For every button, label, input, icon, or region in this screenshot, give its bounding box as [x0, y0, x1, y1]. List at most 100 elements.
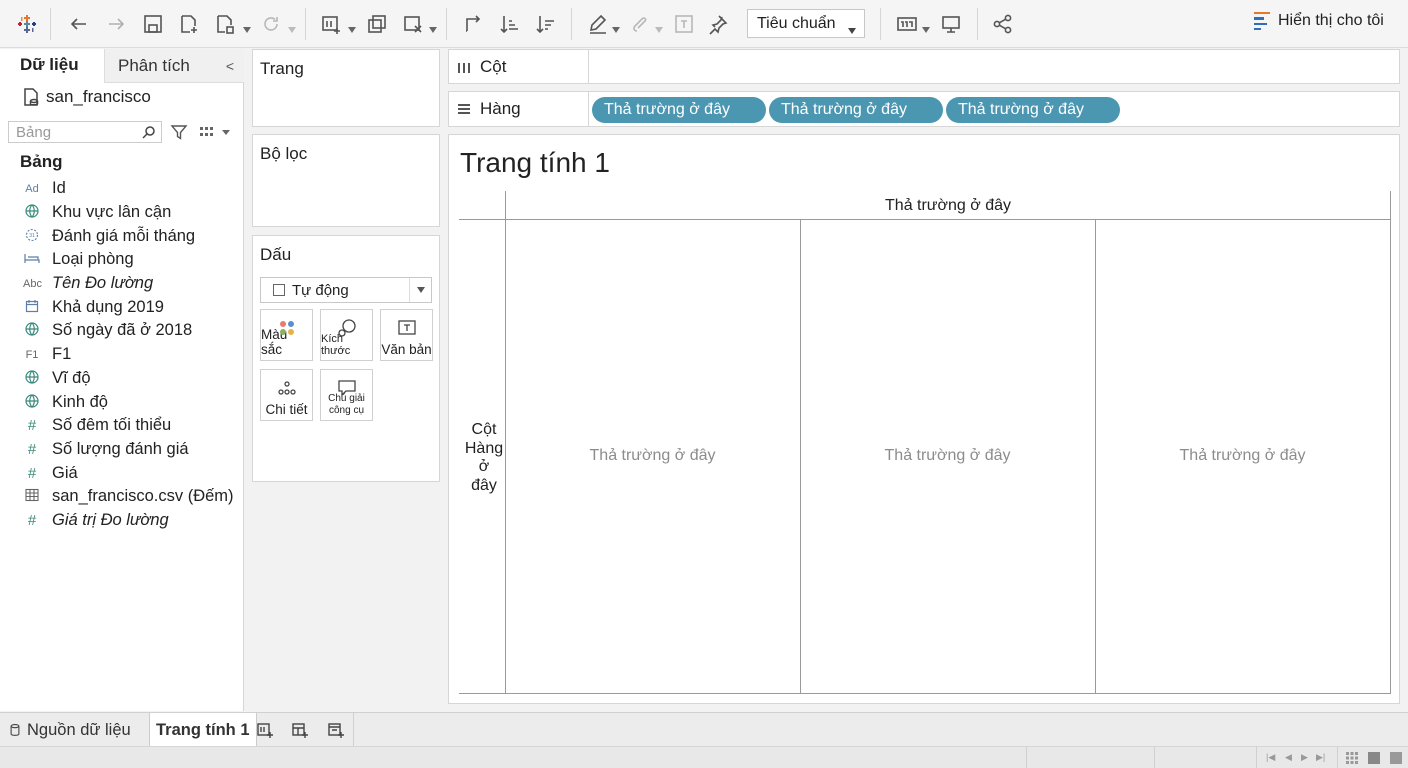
- field-item[interactable]: Vĩ độ: [0, 367, 244, 391]
- field-item[interactable]: Khả dụng 2019: [0, 295, 244, 319]
- view-options-icon[interactable]: [200, 125, 230, 139]
- field-item[interactable]: Số ngày đã ở 2018: [0, 319, 244, 343]
- bar-chart-icon: [1254, 12, 1270, 30]
- field-drop-zone[interactable]: Thả trường ở đây: [505, 447, 800, 465]
- new-worksheet-icon[interactable]: [318, 10, 344, 38]
- search-icon: [142, 126, 155, 139]
- fit-icon[interactable]: [894, 10, 920, 38]
- refresh-icon[interactable]: [258, 10, 284, 38]
- filter-icon[interactable]: [170, 123, 188, 141]
- tab-datasource[interactable]: Nguồn dữ liệu: [8, 713, 131, 747]
- clear-sheet-icon[interactable]: [400, 10, 426, 38]
- view-canvas[interactable]: Trang tính 1 Thả trường ở đây Cột Hàng ở…: [448, 134, 1400, 704]
- row-drop-pill[interactable]: Thả trường ở đây: [592, 97, 766, 123]
- tab-data[interactable]: Dữ liệu: [0, 49, 104, 83]
- column-drop-zone[interactable]: Thả trường ở đây: [505, 192, 1391, 220]
- sheet-title: Trang tính 1: [460, 147, 610, 178]
- pin-icon[interactable]: [705, 10, 731, 38]
- redo-icon[interactable]: [103, 10, 129, 38]
- group-icon[interactable]: [627, 10, 653, 38]
- filters-shelf[interactable]: Bộ lọc: [252, 134, 440, 227]
- tabs-view-icon[interactable]: [1390, 752, 1402, 764]
- status-separator: [1154, 747, 1155, 768]
- rows-shelf[interactable]: Hàng Thả trường ở đây Thả trường ở đây T…: [448, 91, 1400, 127]
- field-item[interactable]: 31 Đánh giá mỗi tháng: [0, 224, 244, 248]
- duplicate-icon[interactable]: [364, 10, 390, 38]
- tab-analysis[interactable]: Phân tích <: [104, 49, 244, 83]
- new-worksheet-dropdown[interactable]: [348, 20, 356, 33]
- field-name: Giá: [52, 463, 78, 482]
- first-sheet-icon[interactable]: |◀: [1266, 752, 1275, 763]
- datasource-item[interactable]: san_francisco: [22, 87, 151, 107]
- field-drop-zone[interactable]: Thả trường ở đây: [800, 447, 1095, 465]
- undo-icon[interactable]: [66, 10, 92, 38]
- field-drop-zone[interactable]: Thả trường ở đây: [1095, 447, 1390, 465]
- clear-sheet-dropdown[interactable]: [429, 20, 437, 33]
- tableau-logo-icon[interactable]: [14, 10, 40, 38]
- refresh-dropdown[interactable]: [288, 20, 296, 33]
- field-item[interactable]: # Số lượng đánh giá: [0, 438, 244, 462]
- field-item[interactable]: Kinh độ: [0, 390, 244, 414]
- field-item[interactable]: F1 F1: [0, 343, 244, 367]
- geo-icon: [23, 204, 41, 221]
- sort-ascending-icon[interactable]: [497, 10, 523, 38]
- status-separator: [1256, 747, 1257, 768]
- field-name: Khả dụng 2019: [52, 297, 164, 316]
- number-type-icon: #: [27, 464, 37, 482]
- highlight-dropdown[interactable]: [612, 20, 620, 33]
- labels-icon[interactable]: [671, 10, 697, 38]
- columns-shelf[interactable]: Cột: [448, 49, 1400, 84]
- fit-selector[interactable]: Tiêu chuẩn: [747, 9, 865, 38]
- sort-descending-icon[interactable]: [533, 10, 559, 38]
- field-name: Kinh độ: [52, 392, 108, 411]
- next-sheet-icon[interactable]: ▶: [1301, 752, 1308, 763]
- prev-sheet-icon[interactable]: ◀: [1285, 752, 1292, 763]
- field-item[interactable]: # Giá: [0, 461, 244, 485]
- text-button[interactable]: Văn bản: [380, 309, 433, 361]
- rows-label-box: Hàng: [449, 92, 589, 126]
- tab-analysis-label: Phân tích: [118, 55, 190, 75]
- tooltip-button[interactable]: Chú giải công cụ: [320, 369, 373, 421]
- swap-icon[interactable]: [460, 10, 486, 38]
- new-worksheet-tab-icon[interactable]: [256, 713, 274, 747]
- datasource-name: san_francisco: [46, 87, 151, 106]
- filmstrip-icon[interactable]: [1368, 752, 1380, 764]
- detail-button[interactable]: Chi tiết: [260, 369, 313, 421]
- last-sheet-icon[interactable]: ▶|: [1316, 752, 1325, 763]
- row-header-line: Hàng: [464, 439, 504, 457]
- grid-line: [1390, 191, 1391, 694]
- save-icon[interactable]: [140, 10, 166, 38]
- fit-dropdown[interactable]: [922, 20, 930, 33]
- longitude-icon: [23, 393, 41, 411]
- field-item[interactable]: # Giá trị Đo lường: [0, 509, 244, 533]
- mark-type-select[interactable]: Tự động: [260, 277, 432, 303]
- highlight-icon[interactable]: [585, 10, 611, 38]
- new-story-tab-icon[interactable]: [327, 713, 345, 747]
- field-item[interactable]: Khu vực lân cận: [0, 201, 244, 225]
- status-separator: [1026, 747, 1027, 768]
- field-item[interactable]: Loại phòng: [0, 248, 244, 272]
- group-dropdown[interactable]: [655, 20, 663, 33]
- chevron-down-icon: [409, 278, 431, 302]
- row-drop-zone[interactable]: Cột Hàng ở đây: [459, 421, 509, 495]
- pause-updates-dropdown[interactable]: [243, 20, 251, 33]
- presentation-icon[interactable]: [938, 10, 964, 38]
- show-me-button[interactable]: Hiển thị cho tôi: [1254, 12, 1384, 30]
- search-input[interactable]: Bảng: [8, 121, 162, 143]
- collapse-pane-icon[interactable]: <: [226, 58, 234, 74]
- pages-shelf[interactable]: Trang: [252, 49, 440, 127]
- sheet-sorter-icon[interactable]: [1346, 752, 1358, 764]
- field-item[interactable]: san_francisco.csv (Đếm): [0, 485, 244, 509]
- color-button[interactable]: Màu sắc: [260, 309, 313, 361]
- row-drop-pill[interactable]: Thả trường ở đây: [946, 97, 1120, 123]
- row-drop-pill[interactable]: Thả trường ở đây: [769, 97, 943, 123]
- tab-sheet1[interactable]: Trang tính 1: [149, 713, 257, 747]
- size-button[interactable]: Kích thước: [320, 309, 373, 361]
- new-datasource-icon[interactable]: [176, 10, 202, 38]
- share-icon[interactable]: [990, 10, 1016, 38]
- field-item[interactable]: # Số đêm tối thiểu: [0, 414, 244, 438]
- new-dashboard-tab-icon[interactable]: [291, 713, 309, 747]
- pause-updates-icon[interactable]: [212, 10, 238, 38]
- field-item[interactable]: Abc Tên Đo lường: [0, 272, 244, 296]
- field-item[interactable]: Ad Id: [0, 177, 244, 201]
